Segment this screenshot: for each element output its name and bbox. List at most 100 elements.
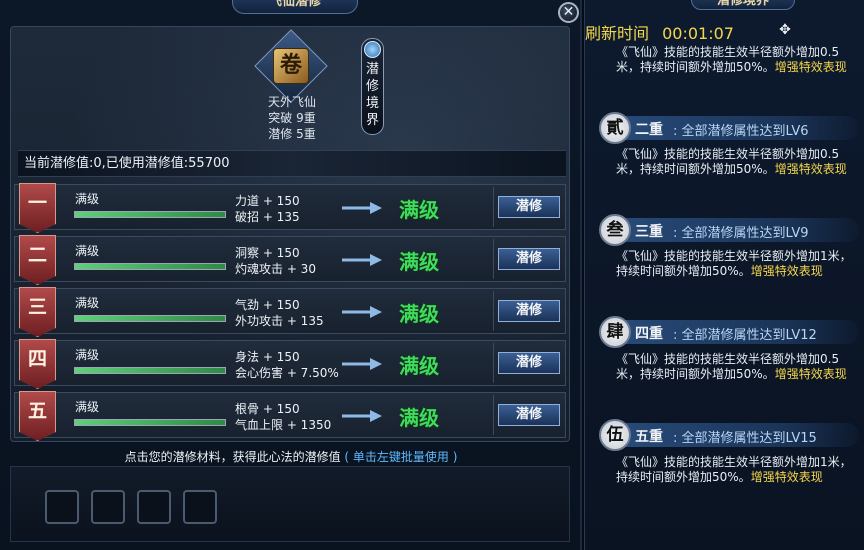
row-divider <box>493 239 494 279</box>
realm-header: 叁 三重 : 全部潜修属性达到LV9 <box>599 214 859 246</box>
stat-row: 四 满级 身法 + 150 会心伤害 + 7.50% 满级 潜修 <box>14 339 566 389</box>
progress-fill <box>75 420 225 425</box>
train-button[interactable]: 潜修 <box>498 404 560 426</box>
progress-fill <box>75 212 225 217</box>
refresh-label: 刷新时间 <box>585 24 650 43</box>
material-slot[interactable] <box>91 490 125 524</box>
realm-panel: 潜修境界 刷新时间 00:01:07 ✥ 《飞仙》技能的技能生效半径额外增加0.… <box>584 0 864 550</box>
realm-desc-highlight: 增强特效表现 <box>774 60 847 74</box>
progress-bar <box>74 315 226 322</box>
rank-banner: 三 <box>19 287 56 337</box>
train-button[interactable]: 潜修 <box>498 352 560 374</box>
realm-level: 三重 <box>635 224 663 240</box>
rank-banner: 二 <box>19 235 56 285</box>
arrow-right-icon <box>342 254 382 266</box>
realm-condition: : 全部潜修属性达到LV15 <box>673 431 817 446</box>
level-label: 满级 <box>75 400 100 414</box>
skill-name: 天外飞仙 <box>267 95 316 109</box>
stat-primary: 根骨 + 150 <box>235 402 300 416</box>
rank-banner: 五 <box>19 391 56 441</box>
realm-header: 伍 五重 : 全部潜修属性达到LV15 <box>599 419 859 451</box>
realm-button[interactable]: 潜修境界 <box>361 38 384 135</box>
breakthrough-label: 突破 <box>268 111 293 125</box>
train-button[interactable]: 潜修 <box>498 300 560 322</box>
row-divider <box>493 291 494 331</box>
latent-training-panel: 飞仙潜修 ✕ 卷 天外飞仙 突破 9重 潜修 5重 潜修境界 当前潜修值:0,已… <box>0 0 582 550</box>
train-button[interactable]: 潜修 <box>498 196 560 218</box>
row-divider <box>493 343 494 383</box>
maxed-label: 满级 <box>399 302 439 326</box>
latent-value: 5重 <box>296 127 316 141</box>
latent-label: 潜修 <box>268 127 293 141</box>
refresh-timer: 刷新时间 00:01:07 <box>585 20 734 44</box>
scroll-icon[interactable]: 卷 <box>273 48 309 84</box>
realm-description: 《飞仙》技能的技能生效半径额外增加1米，持续时间额外增加50%。增强特效表现 <box>616 455 856 485</box>
stat-secondary: 外功攻击 + 135 <box>235 314 324 328</box>
move-icon[interactable]: ✥ <box>777 22 793 38</box>
maxed-label: 满级 <box>399 406 439 430</box>
panel-title: 飞仙潜修 <box>232 0 358 14</box>
realm-badge: 叁 <box>599 214 631 246</box>
rank-banner: 四 <box>19 339 56 389</box>
stat-primary: 力道 + 150 <box>235 194 300 208</box>
close-button[interactable]: ✕ <box>558 2 579 23</box>
latent-stat: 潜修 5重 <box>252 125 332 142</box>
realm-desc-highlight: 增强特效表现 <box>774 367 847 381</box>
realm-badge: 肆 <box>599 316 631 348</box>
level-label: 满级 <box>75 192 100 206</box>
stat-primary: 气劲 + 150 <box>235 298 300 312</box>
material-hint-text: 点击您的潜修材料，获得此心法的潜修值 <box>124 450 341 464</box>
realm-header: 貳 二重 : 全部潜修属性达到LV6 <box>599 112 859 144</box>
realm-badge: 貳 <box>599 112 631 144</box>
realm-condition: : 全部潜修属性达到LV6 <box>673 124 809 139</box>
realm-level: 五重 <box>635 429 663 445</box>
row-divider <box>493 187 494 227</box>
stat-row: 二 满级 洞察 + 150 灼魂攻击 + 30 满级 潜修 <box>14 235 566 285</box>
progress-bar <box>74 419 226 426</box>
stat-row: 一 满级 力道 + 150 破招 + 135 满级 潜修 <box>14 183 566 233</box>
batch-use-link[interactable]: ( 单击左键批量使用 ) <box>344 450 457 464</box>
breakthrough-stat: 突破 9重 <box>252 109 332 126</box>
stat-secondary: 破招 + 135 <box>235 210 300 224</box>
realm-button-label: 潜修境界 <box>365 62 379 128</box>
realm-description: 《飞仙》技能的技能生效半径额外增加0.5米，持续时间额外增加50%。增强特效表现 <box>616 45 856 75</box>
realm-level: 二重 <box>635 122 663 138</box>
stat-row: 三 满级 气劲 + 150 外功攻击 + 135 满级 潜修 <box>14 287 566 337</box>
arrow-right-icon <box>342 306 382 318</box>
rank-banner: 一 <box>19 183 56 233</box>
material-slot[interactable] <box>45 490 79 524</box>
material-hint: 点击您的潜修材料，获得此心法的潜修值 ( 单击左键批量使用 ) <box>0 448 582 465</box>
stat-secondary: 气血上限 + 1350 <box>235 418 332 432</box>
realm-condition: : 全部潜修属性达到LV9 <box>673 226 809 241</box>
realm-description: 《飞仙》技能的技能生效半径额外增加0.5米，持续时间额外增加50%。增强特效表现 <box>616 147 856 177</box>
material-slot[interactable] <box>183 490 217 524</box>
maxed-label: 满级 <box>399 354 439 378</box>
refresh-time: 00:01:07 <box>662 24 734 43</box>
progress-bar <box>74 367 226 374</box>
realm-description: 《飞仙》技能的技能生效半径额外增加0.5米，持续时间额外增加50%。增强特效表现 <box>616 352 856 382</box>
arrow-right-icon <box>342 202 382 214</box>
realm-badge: 伍 <box>599 419 631 451</box>
realm-panel-title: 潜修境界 <box>691 0 795 10</box>
realm-condition: : 全部潜修属性达到LV12 <box>673 328 817 343</box>
progress-fill <box>75 264 225 269</box>
train-button[interactable]: 潜修 <box>498 248 560 270</box>
maxed-label: 满级 <box>399 198 439 222</box>
progress-fill <box>75 368 225 373</box>
progress-bar <box>74 211 226 218</box>
arrow-right-icon <box>342 410 382 422</box>
progress-bar <box>74 263 226 270</box>
progress-fill <box>75 316 225 321</box>
search-icon <box>364 41 381 58</box>
stat-primary: 洞察 + 150 <box>235 246 300 260</box>
material-slot[interactable] <box>137 490 171 524</box>
realm-level: 四重 <box>635 326 663 342</box>
stat-secondary: 灼魂攻击 + 30 <box>235 262 316 276</box>
realm-desc-highlight: 增强特效表现 <box>750 264 823 278</box>
stat-primary: 身法 + 150 <box>235 350 300 364</box>
level-label: 满级 <box>75 296 100 310</box>
level-label: 满级 <box>75 348 100 362</box>
realm-header: 肆 四重 : 全部潜修属性达到LV12 <box>599 316 859 348</box>
arrow-right-icon <box>342 358 382 370</box>
points-bar: 当前潜修值:0,已使用潜修值:55700 <box>18 150 566 177</box>
